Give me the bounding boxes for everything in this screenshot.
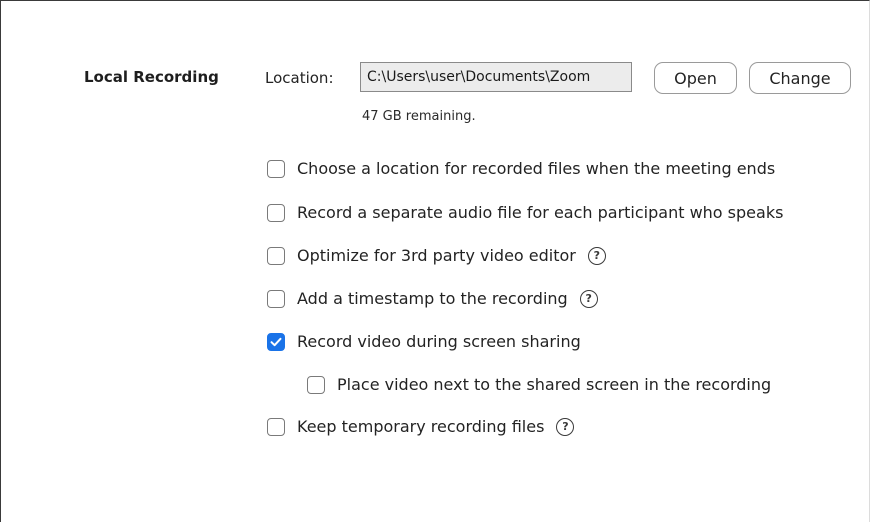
option-add-timestamp[interactable]: Add a timestamp to the recording ? xyxy=(267,289,598,308)
option-label: Record a separate audio file for each pa… xyxy=(297,203,784,222)
checkbox[interactable] xyxy=(267,159,285,178)
change-button[interactable]: Change xyxy=(749,62,851,94)
checkbox[interactable] xyxy=(307,375,325,394)
help-icon[interactable]: ? xyxy=(579,289,598,308)
option-keep-temporary-files[interactable]: Keep temporary recording files ? xyxy=(267,417,575,436)
option-label: Keep temporary recording files xyxy=(297,417,545,436)
option-choose-location[interactable]: Choose a location for recorded files whe… xyxy=(267,159,775,178)
checkbox[interactable] xyxy=(267,417,285,436)
checkmark-icon xyxy=(270,337,282,346)
option-record-screen-sharing[interactable]: Record video during screen sharing xyxy=(267,332,581,351)
option-label: Add a timestamp to the recording xyxy=(297,289,568,308)
storage-remaining-text: 47 GB remaining. xyxy=(362,109,476,124)
option-label: Record video during screen sharing xyxy=(297,332,581,351)
location-label: Location: xyxy=(265,69,334,87)
section-title: Local Recording xyxy=(84,68,219,86)
help-icon[interactable]: ? xyxy=(556,417,575,436)
location-path-field[interactable] xyxy=(360,62,632,92)
checkbox[interactable] xyxy=(267,246,285,265)
checkbox[interactable] xyxy=(267,203,285,222)
option-label: Choose a location for recorded files whe… xyxy=(297,159,776,178)
option-label: Place video next to the shared screen in… xyxy=(337,375,772,394)
option-separate-audio[interactable]: Record a separate audio file for each pa… xyxy=(267,203,783,222)
checkbox-checked[interactable] xyxy=(267,332,285,351)
open-button[interactable]: Open xyxy=(654,62,737,94)
checkbox[interactable] xyxy=(267,289,285,308)
help-icon[interactable]: ? xyxy=(587,246,606,265)
settings-panel: Local Recording Location: Open Change 47… xyxy=(0,0,870,522)
option-label: Optimize for 3rd party video editor xyxy=(297,246,576,265)
option-optimize-3rd-party[interactable]: Optimize for 3rd party video editor ? xyxy=(267,246,606,265)
option-place-video-next[interactable]: Place video next to the shared screen in… xyxy=(307,375,771,394)
